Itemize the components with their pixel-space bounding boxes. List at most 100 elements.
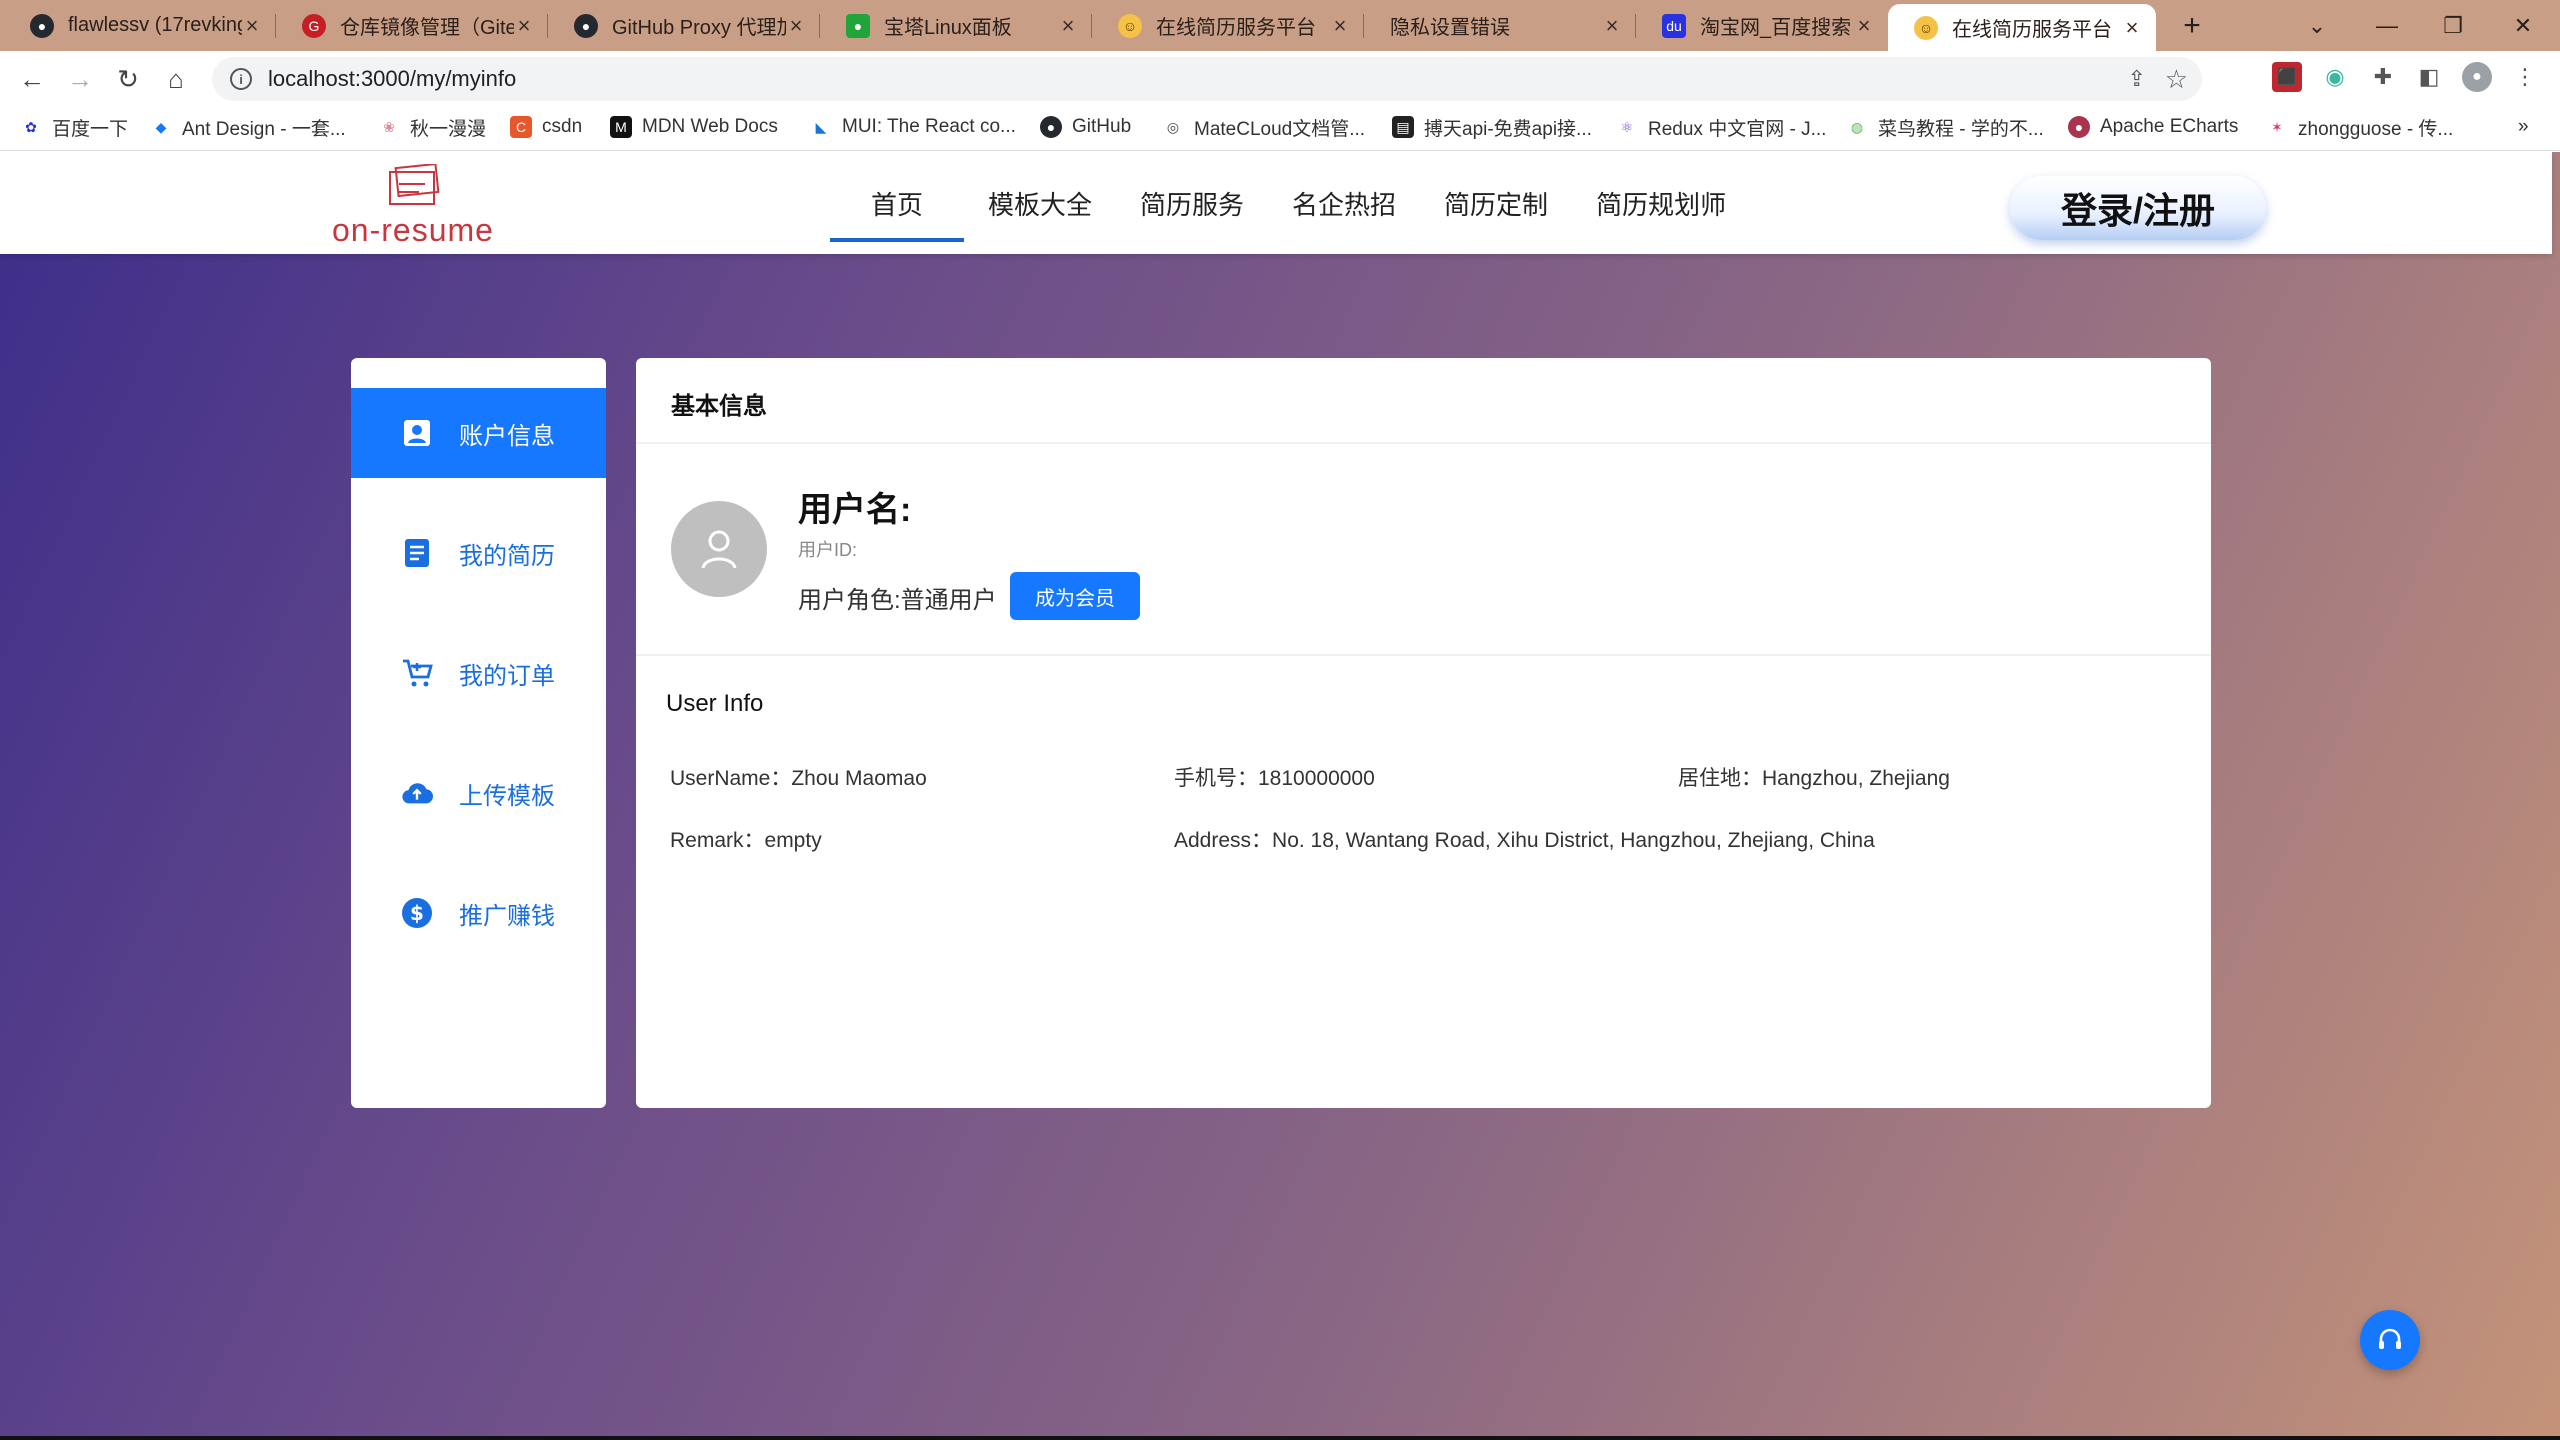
bookmark[interactable]: ✶ zhongguose - 传... [2266,107,2453,147]
forward-arrow-icon[interactable]: → [64,63,96,95]
cloud-upload-icon [401,777,433,809]
extension-icon[interactable]: ⬛ [2272,62,2302,92]
tab-title: GitHub Proxy 代理加 [612,17,786,39]
user-id-label: 用户ID: [798,540,858,560]
sidebar-item-label: 我的订单 [459,662,555,690]
username-heading: 用户名: [798,491,912,529]
menu-kebab-icon[interactable]: ⋮ [2510,62,2540,92]
nav-item-home[interactable]: 首页 [830,152,964,254]
nav-item-templates[interactable]: 模板大全 [964,152,1116,254]
bookmark[interactable]: ▤ 搏天api-免费api接... [1392,107,1592,147]
site-logo[interactable]: on-resume [332,162,502,248]
back-arrow-icon[interactable]: ← [16,63,48,95]
redux-icon: ⚛ [1620,118,1634,135]
sidebar-item-upload-template[interactable]: 上传模板 [351,748,606,838]
profile-avatar-icon[interactable]: ● [2462,62,2492,92]
url-text[interactable]: localhost:3000/my/myinfo [268,66,516,92]
dollar-icon: $ [401,897,433,929]
nav-item-planner[interactable]: 简历规划师 [1572,152,1750,254]
bookmark-label: csdn [542,116,583,137]
flower-icon: ❀ [383,118,395,135]
home-icon[interactable]: ⌂ [160,63,192,95]
bookmark-label: 百度一下 [52,118,129,140]
sidebar-item-account-info[interactable]: 账户信息 [351,388,606,478]
bookmark[interactable]: ● GitHub [1040,107,1131,147]
extension-icon[interactable]: ◉ [2320,62,2350,92]
bookmark-star-icon[interactable]: ☆ [2165,64,2188,95]
close-icon[interactable]: × [1602,13,1622,39]
info-username: UserName：Zhou Maomao [670,767,927,790]
site-info-icon[interactable]: i [230,68,252,90]
svg-text:$: $ [410,901,424,925]
sidebar-item-my-resume[interactable]: 我的简历 [351,508,606,598]
avatar[interactable] [671,501,767,597]
close-icon[interactable]: × [2122,15,2142,41]
ant-design-icon: ◆ [155,118,167,135]
sidebar-item-my-orders[interactable]: 我的订单 [351,628,606,718]
minimize-button[interactable]: — [2354,0,2420,51]
tab-title: 在线简历服务平台 [1952,19,2112,41]
bookmark[interactable]: ❀ 秋一漫漫 [378,107,486,147]
customer-support-button[interactable] [2360,1310,2420,1370]
close-icon[interactable]: × [1854,13,1874,39]
browser-tab-active[interactable]: ☺ 在线简历服务平台 × [1888,4,2156,51]
info-residence: 居住地：Hangzhou, Zhejiang [1678,767,1950,790]
taskbar-edge [0,1436,2560,1440]
user-icon [701,530,737,569]
bookmark-label: Redux 中文官网 - J... [1648,118,1827,140]
restore-button[interactable]: ❐ [2420,0,2486,51]
side-panel-icon[interactable]: ◧ [2414,62,2444,92]
bookmark[interactable]: ✿ 百度一下 [20,107,128,147]
sidebar-item-promote-earn[interactable]: $ 推广赚钱 [351,868,606,958]
bookmark[interactable]: ◍ 菜鸟教程 - 学的不... [1846,107,2044,147]
user-info-title: User Info [666,690,764,717]
tab-title: 宝塔Linux面板 [884,17,1012,39]
csdn-icon: C [510,116,532,138]
bookmark[interactable]: ◎ MateCLoud文档管... [1162,107,1365,147]
account-sidebar: 账户信息 我的简历 我的订单 上传模板 $ 推广赚钱 [351,358,606,1108]
bookmark[interactable]: Ccsdn [510,107,582,147]
divider [636,654,2211,656]
close-icon[interactable]: × [786,13,806,39]
mdn-icon: M [610,116,632,138]
nav-item-hot-jobs[interactable]: 名企热招 [1268,152,1420,254]
account-card-icon [401,417,433,449]
bookmark[interactable]: M MDN Web Docs [610,107,778,147]
browser-tab[interactable]: ☺ 在线简历服务平台 × [1092,0,1364,51]
browser-tab[interactable]: G 仓库镜像管理（Gite × [276,0,548,51]
browser-tabstrip: ● flawlessv (17revking × G 仓库镜像管理（Gite ×… [0,0,2560,51]
browser-tab[interactable]: ● 宝塔Linux面板 × [820,0,1092,51]
become-member-button[interactable]: 成为会员 [1010,572,1140,620]
bookmark[interactable]: ● Apache ECharts [2068,107,2238,147]
reload-icon[interactable]: ↻ [112,63,144,95]
share-icon[interactable]: ⇪ [2128,66,2146,92]
nav-item-custom-resume[interactable]: 简历定制 [1420,152,1572,254]
bookmark[interactable]: ⚛ Redux 中文官网 - J... [1616,107,1827,147]
tab-search-icon[interactable]: ⌄ [2284,0,2350,51]
close-icon[interactable]: × [514,13,534,39]
address-bar[interactable]: i localhost:3000/my/myinfo ⇪ ☆ [212,57,2202,101]
puzzle-icon[interactable]: ✚ [2368,62,2398,92]
browser-tab[interactable]: du 淘宝网_百度搜索 × [1636,0,1888,51]
close-window-button[interactable]: ✕ [2490,0,2556,51]
nav-item-resume-service[interactable]: 简历服务 [1116,152,1268,254]
main-nav: 首页 模板大全 简历服务 名企热招 简历定制 简历规划师 [830,152,1750,254]
new-tab-button[interactable]: + [2172,0,2212,51]
browser-tab[interactable]: ● flawlessv (17revking × [4,0,276,51]
browser-tab[interactable]: ● GitHub Proxy 代理加 × [548,0,820,51]
bookmark[interactable]: ◣ MUI: The React co... [810,107,1016,147]
bookmark[interactable]: ◆ Ant Design - 一套... [150,107,346,147]
mui-icon: ◣ [815,118,827,135]
login-register-button[interactable]: 登录/注册 [2010,176,2266,240]
browser-tab[interactable]: 隐私设置错误 × [1364,0,1636,51]
more-bookmarks-button[interactable]: » [2518,107,2529,147]
close-icon[interactable]: × [1330,13,1350,39]
sidebar-item-label: 上传模板 [459,782,555,810]
github-icon: ● [30,13,54,38]
close-icon[interactable]: × [242,13,262,39]
bookmark-label: Apache ECharts [2100,116,2239,137]
bookmark-label: 菜鸟教程 - 学的不... [1878,118,2044,140]
baidu-paw-icon: ✿ [25,118,37,135]
tab-title: 仓库镜像管理（Gite [340,17,514,39]
close-icon[interactable]: × [1058,13,1078,39]
